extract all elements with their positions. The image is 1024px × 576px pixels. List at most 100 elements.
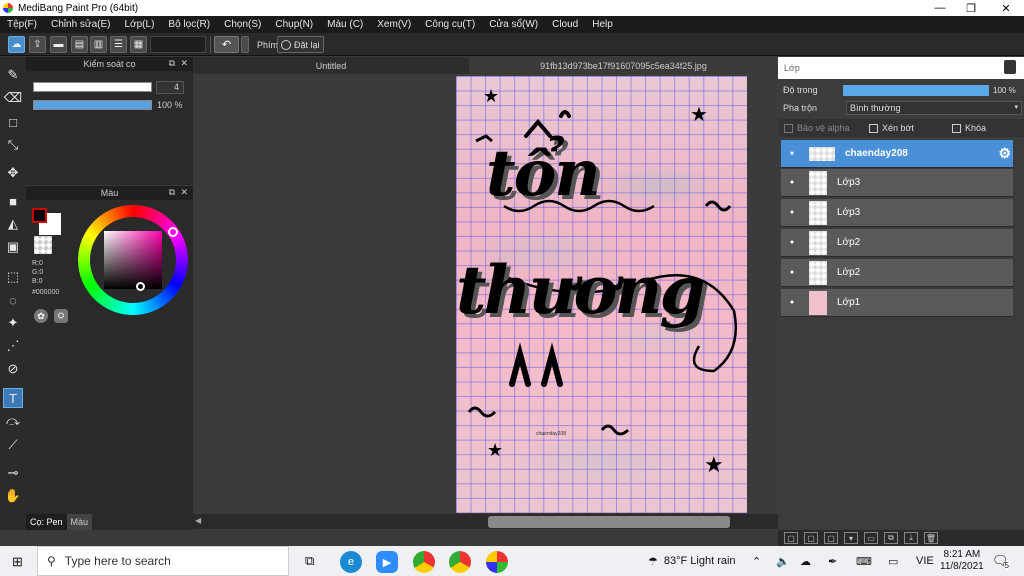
chrome-icon[interactable] bbox=[449, 551, 471, 573]
scroll-thumb[interactable] bbox=[488, 516, 730, 528]
tab-color[interactable]: Màu bbox=[66, 514, 93, 530]
zoom-icon[interactable]: ▶ bbox=[376, 551, 398, 573]
brush-opacity-slider[interactable] bbox=[33, 100, 152, 110]
volume-icon[interactable]: 🔈 bbox=[776, 546, 790, 576]
weather-widget[interactable]: ☂ 83°F Light rain bbox=[648, 546, 736, 576]
bucket-icon[interactable]: ◭ bbox=[3, 214, 23, 234]
reset-button[interactable]: Đặt lại bbox=[277, 36, 324, 53]
eye-icon[interactable]: ● bbox=[781, 239, 803, 246]
fill-rect-icon[interactable]: ■ bbox=[3, 191, 23, 211]
share-icon[interactable]: ⇪ bbox=[29, 36, 46, 53]
panel-close-icon[interactable]: ✕ bbox=[180, 187, 188, 198]
clipping-checkbox[interactable] bbox=[869, 123, 878, 133]
select-pen2-icon[interactable]: ⋰ bbox=[3, 336, 23, 356]
blend-mode-select[interactable]: Bình thường ▾ bbox=[846, 101, 1022, 115]
eraser-icon[interactable]: ⌫ bbox=[3, 88, 23, 108]
scroll-left-icon[interactable]: ◀ bbox=[195, 516, 201, 525]
menu-select[interactable]: Chọn(S) bbox=[217, 19, 268, 30]
menu-edit[interactable]: Chỉnh sửa(E) bbox=[44, 19, 118, 30]
menu-window[interactable]: Cửa sổ(W) bbox=[482, 19, 545, 30]
brush-size-slider[interactable] bbox=[33, 82, 152, 92]
menu-color[interactable]: Màu (C) bbox=[320, 19, 370, 30]
display-icon[interactable]: ▭ bbox=[888, 546, 898, 576]
rect-select-icon[interactable]: ⬚ bbox=[3, 267, 23, 287]
list-icon[interactable]: ☰ bbox=[110, 36, 127, 53]
close-button[interactable]: ✕ bbox=[990, 0, 1022, 16]
magic-wand-icon[interactable]: ✦ bbox=[3, 313, 23, 333]
layer-row[interactable]: ● Lớp2 bbox=[781, 259, 1013, 287]
windows-start-icon[interactable]: ⊞ bbox=[12, 554, 23, 570]
divide-icon[interactable]: ⟋ bbox=[3, 435, 23, 455]
gear-icon[interactable]: ⚙ bbox=[998, 145, 1011, 162]
value-handle[interactable] bbox=[136, 282, 145, 291]
tab-untitled[interactable]: Untitled bbox=[193, 57, 469, 74]
layer-row[interactable]: ● Lớp3 bbox=[781, 199, 1013, 227]
panel-close-icon[interactable]: ✕ bbox=[180, 58, 188, 69]
undo-button[interactable]: ↶ bbox=[214, 36, 239, 53]
new-layer-icon[interactable]: ▢ bbox=[784, 532, 798, 544]
artboard[interactable]: tổn thương chaenday208 ★ ★ ★ ★ ★ bbox=[456, 76, 747, 513]
layer-row[interactable]: ● chaenday208 ⚙ bbox=[781, 140, 1013, 168]
redo-button[interactable] bbox=[241, 36, 249, 53]
brush-size-value[interactable]: 4 bbox=[156, 81, 184, 94]
layer-opacity-slider[interactable] bbox=[843, 84, 989, 96]
select-pen-icon[interactable]: ⤡ bbox=[3, 135, 23, 155]
text-icon[interactable]: T bbox=[3, 388, 23, 408]
restore-button[interactable]: ❐ bbox=[955, 0, 987, 16]
medibang-icon[interactable] bbox=[486, 551, 508, 573]
operation-icon[interactable]: ⤼ bbox=[3, 411, 23, 431]
eye-icon[interactable]: ● bbox=[781, 299, 803, 306]
search-box[interactable]: ⚲ Type here to search bbox=[37, 546, 289, 576]
new-8bit-layer-icon[interactable]: ▢ bbox=[824, 532, 838, 544]
palette-icon[interactable]: ✿ bbox=[34, 309, 48, 323]
layer-row[interactable]: ● Lớp2 bbox=[781, 229, 1013, 257]
select-eraser-icon[interactable]: ⊘ bbox=[3, 359, 23, 379]
popout-icon[interactable]: ⧉ bbox=[169, 58, 175, 69]
document-icon[interactable]: ▥ bbox=[90, 36, 107, 53]
chevron-up-icon[interactable]: ⌃ bbox=[752, 546, 761, 576]
color-history-icon[interactable]: ⛭ bbox=[54, 309, 68, 323]
primary-color-swatch[interactable] bbox=[32, 208, 47, 223]
merge-icon[interactable]: ⤓ bbox=[904, 532, 918, 544]
trash-icon[interactable]: 🗑 bbox=[924, 532, 938, 544]
eye-icon[interactable]: ● bbox=[781, 209, 803, 216]
eye-icon[interactable]: ● bbox=[781, 179, 803, 186]
duplicate-icon[interactable]: ⧉ bbox=[884, 532, 898, 544]
menu-help[interactable]: Help bbox=[585, 19, 620, 30]
language-indicator[interactable]: VIE bbox=[916, 546, 934, 576]
protect-alpha-checkbox[interactable] bbox=[784, 123, 793, 133]
horizontal-scrollbar[interactable]: ◀ bbox=[193, 514, 778, 529]
clock[interactable]: 8:21 AM 11/8/2021 bbox=[940, 546, 984, 576]
move-icon[interactable]: ✥ bbox=[3, 163, 23, 183]
gradient-icon[interactable]: ▣ bbox=[3, 237, 23, 257]
task-view-icon[interactable]: ⧉ bbox=[305, 553, 314, 569]
chrome-icon[interactable] bbox=[413, 551, 435, 573]
grid-icon[interactable]: ▦ bbox=[130, 36, 147, 53]
new-1bit-layer-icon[interactable]: ▾ bbox=[844, 532, 858, 544]
menu-filter[interactable]: Bộ lọc(R) bbox=[161, 19, 217, 30]
menu-tools[interactable]: Công cụ(T) bbox=[418, 19, 482, 30]
menu-view[interactable]: Xem(V) bbox=[370, 19, 418, 30]
menu-cloud[interactable]: Cloud bbox=[545, 19, 585, 30]
dot-icon[interactable]: □ bbox=[3, 112, 23, 132]
cloud-sync-icon[interactable]: ☁ bbox=[800, 546, 811, 576]
edge-icon[interactable]: e bbox=[340, 551, 362, 573]
panel-scroll-icon[interactable] bbox=[1004, 60, 1016, 74]
minimize-button[interactable]: — bbox=[924, 0, 956, 16]
brush-icon[interactable]: ✎ bbox=[3, 65, 23, 85]
hand-icon[interactable]: ✋ bbox=[3, 486, 23, 506]
tab-brush[interactable]: Cọ: Pen bbox=[26, 514, 67, 530]
lasso-icon[interactable]: ◌ bbox=[3, 290, 23, 310]
hue-handle[interactable] bbox=[168, 227, 178, 237]
saturation-value-square[interactable] bbox=[104, 231, 162, 289]
menu-file[interactable]: Tệp(F) bbox=[0, 19, 44, 30]
eye-icon[interactable]: ● bbox=[781, 150, 803, 157]
lock-checkbox[interactable] bbox=[952, 123, 961, 133]
folder-icon[interactable]: ▭ bbox=[864, 532, 878, 544]
eye-icon[interactable]: ● bbox=[781, 269, 803, 276]
popout-icon[interactable]: ⧉ bbox=[169, 187, 175, 198]
menu-snap[interactable]: Chụp(N) bbox=[268, 19, 320, 30]
comment-icon[interactable]: ▬ bbox=[50, 36, 67, 53]
new-halftone-layer-icon[interactable]: ▢ bbox=[804, 532, 818, 544]
pen-icon[interactable]: ✒ bbox=[828, 546, 837, 576]
